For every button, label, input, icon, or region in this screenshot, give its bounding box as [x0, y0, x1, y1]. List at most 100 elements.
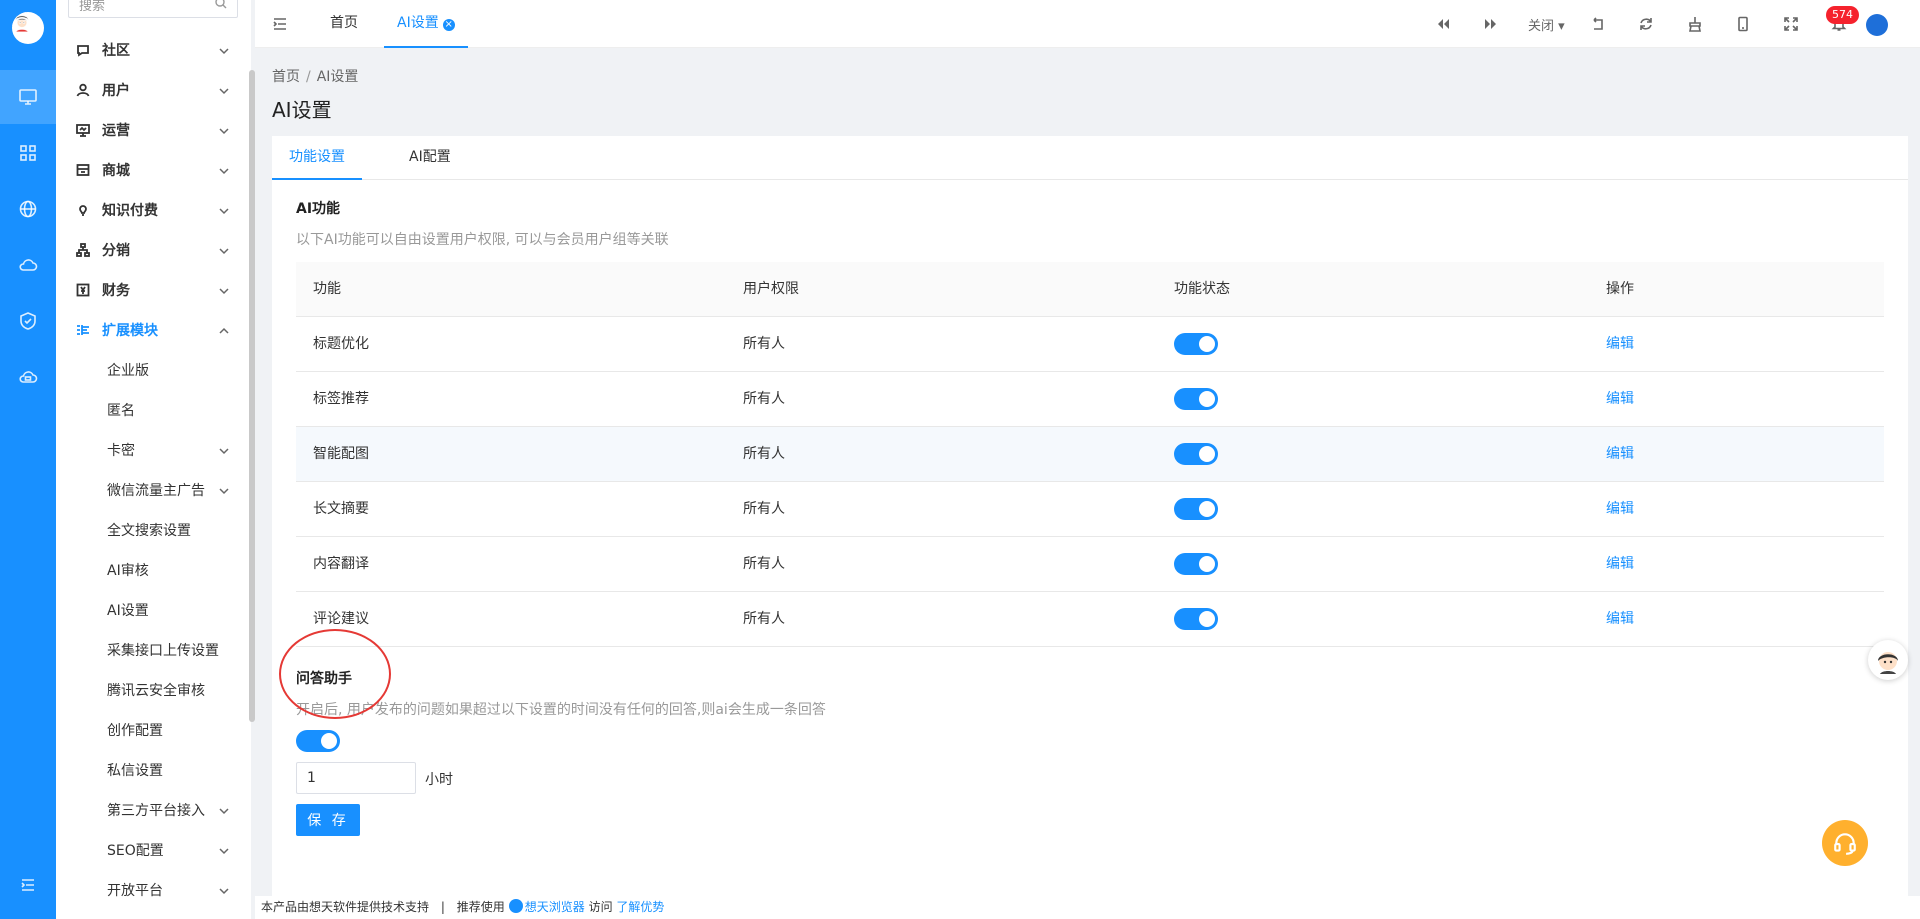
sidebar-item-finance[interactable]: 财务: [56, 270, 251, 310]
cloud-storage-icon[interactable]: [0, 350, 56, 404]
sidebar-subitem-collect-upload[interactable]: 采集接口上传设置: [56, 630, 251, 670]
chevron-down-icon: [219, 844, 229, 855]
edit-link[interactable]: 编辑: [1606, 592, 1634, 647]
chevron-down-icon: [219, 124, 229, 135]
sidebar-subitem-third-party[interactable]: 第三方平台接入: [56, 790, 251, 830]
sidebar-item-label: 财务: [102, 283, 130, 299]
feature-toggle[interactable]: [1174, 333, 1218, 355]
feature-toggle[interactable]: [1174, 443, 1218, 465]
sidebar-subitem-anonymous[interactable]: 匿名: [56, 390, 251, 430]
tab-label: 首页: [330, 15, 358, 31]
content-card: 功能设置 AI配置 AI功能 以下AI功能可以自由设置用户权限, 可以与会员用户…: [272, 136, 1908, 896]
close-tab-icon[interactable]: ×: [442, 19, 455, 31]
broom-icon[interactable]: [1687, 16, 1703, 32]
shield-icon[interactable]: [0, 294, 56, 348]
feature-toggle[interactable]: [1174, 498, 1218, 520]
refresh-icon[interactable]: [1638, 16, 1654, 32]
hours-input[interactable]: [296, 762, 416, 794]
sidebar-item-operations[interactable]: 运营: [56, 110, 251, 150]
status-cell: [1174, 537, 1218, 592]
sidebar-subitem-label: 私信设置: [107, 763, 163, 779]
qa-assistant-toggle[interactable]: [296, 730, 340, 752]
scroll-left-icon[interactable]: [1435, 16, 1451, 32]
tab-function-settings[interactable]: 功能设置: [272, 136, 362, 180]
tab-label: AI配置: [409, 149, 451, 165]
sidebar-subitem-fulltext-search[interactable]: 全文搜索设置: [56, 510, 251, 550]
search-placeholder: 搜索: [79, 0, 106, 14]
sidebar-subitem-ai-review[interactable]: AI审核: [56, 550, 251, 590]
tab-label: 功能设置: [289, 149, 345, 165]
fold-menu-icon[interactable]: [272, 16, 288, 32]
sidebar-subitem-enterprise[interactable]: 企业版: [56, 350, 251, 390]
headset-icon[interactable]: [1822, 820, 1868, 866]
breadcrumb: 首页 / AI设置: [272, 66, 358, 86]
sidebar-subitem-label: 全文搜索设置: [107, 523, 191, 539]
table-row: 长文摘要 所有人 编辑: [296, 482, 1884, 537]
feature-name: 长文摘要: [313, 501, 369, 517]
return-icon[interactable]: [1590, 16, 1606, 32]
sidebar-item-users[interactable]: 用户: [56, 70, 251, 110]
grid-icon[interactable]: [0, 126, 56, 180]
sidebar-subitem-seo[interactable]: SEO配置: [56, 830, 251, 870]
feature-permission: 所有人: [743, 611, 785, 627]
edit-link[interactable]: 编辑: [1606, 537, 1634, 592]
tab-ai-settings[interactable]: AI设置 ×: [384, 0, 468, 48]
fullscreen-icon[interactable]: [1783, 16, 1799, 32]
search-input[interactable]: 搜索: [68, 0, 238, 18]
feature-permission: 所有人: [743, 556, 785, 572]
user-avatar[interactable]: [1866, 14, 1888, 36]
mobile-icon[interactable]: [1735, 16, 1751, 32]
column-header: 用户权限: [743, 281, 799, 297]
sidebar-item-label: 扩展模块: [102, 323, 158, 339]
learn-more-link[interactable]: 了解优势: [616, 900, 664, 914]
content-tabs: 功能设置 AI配置: [272, 136, 1908, 180]
breadcrumb-home[interactable]: 首页: [272, 69, 300, 85]
sidebar-item-distribution[interactable]: 分销: [56, 230, 251, 270]
edit-link[interactable]: 编辑: [1606, 482, 1634, 537]
status-cell: [1174, 427, 1218, 482]
feature-toggle[interactable]: [1174, 608, 1218, 630]
sidebar-subitem-tencent-security[interactable]: 腾讯云安全审核: [56, 670, 251, 710]
sidebar-subitem-wechat-ads[interactable]: 微信流量主广告: [56, 470, 251, 510]
sidebar-scrollbar[interactable]: [249, 70, 255, 722]
sidebar-subitem-ai-settings[interactable]: AI设置: [56, 590, 251, 630]
avatar[interactable]: [12, 12, 44, 44]
scroll-right-icon[interactable]: [1483, 16, 1499, 32]
sidebar-subitem-label: SEO配置: [107, 843, 164, 859]
desktop-icon[interactable]: [0, 70, 56, 124]
browser-link[interactable]: 想天浏览器: [525, 900, 585, 914]
sidebar-subitem-open-platform[interactable]: 开放平台: [56, 870, 251, 910]
edit-link[interactable]: 编辑: [1606, 372, 1634, 427]
menu-collapse-icon[interactable]: [0, 858, 56, 912]
sidebar-item-store[interactable]: 商城: [56, 150, 251, 190]
status-cell: [1174, 482, 1218, 537]
globe-icon[interactable]: [0, 182, 56, 236]
edit-link[interactable]: 编辑: [1606, 427, 1634, 482]
feature-name: 标签推荐: [313, 391, 369, 407]
chevron-down-icon: [219, 284, 229, 295]
table-row: 评论建议 所有人 编辑: [296, 592, 1884, 647]
save-button[interactable]: 保 存: [296, 804, 360, 836]
sidebar-item-paid-knowledge[interactable]: 知识付费: [56, 190, 251, 230]
tab-ai-config[interactable]: AI配置: [409, 136, 451, 180]
sidebar-item-community[interactable]: 社区: [56, 30, 251, 70]
close-tabs-dropdown[interactable]: 关闭 ▾: [1528, 15, 1565, 34]
sidebar-item-extensions[interactable]: 扩展模块: [56, 310, 251, 350]
sidebar-subitem-creation-config[interactable]: 创作配置: [56, 710, 251, 750]
tab-home[interactable]: 首页: [330, 0, 358, 48]
bulb-icon: [76, 203, 90, 217]
sidebar-item-label: 知识付费: [102, 203, 158, 219]
sidebar-subitem-message-settings[interactable]: 私信设置: [56, 750, 251, 790]
feature-name: 标题优化: [313, 336, 369, 352]
feature-toggle[interactable]: [1174, 553, 1218, 575]
cloud-icon[interactable]: [0, 238, 56, 292]
status-cell: [1174, 317, 1218, 372]
assistant-avatar[interactable]: [1868, 640, 1908, 680]
sidebar-subitem-card-key[interactable]: 卡密: [56, 430, 251, 470]
feature-toggle[interactable]: [1174, 388, 1218, 410]
user-icon: [76, 83, 90, 97]
edit-link[interactable]: 编辑: [1606, 317, 1634, 372]
ai-section-title: AI功能: [296, 201, 341, 217]
status-cell: [1174, 592, 1218, 647]
sidebar-subitem-label: 卡密: [107, 443, 135, 459]
